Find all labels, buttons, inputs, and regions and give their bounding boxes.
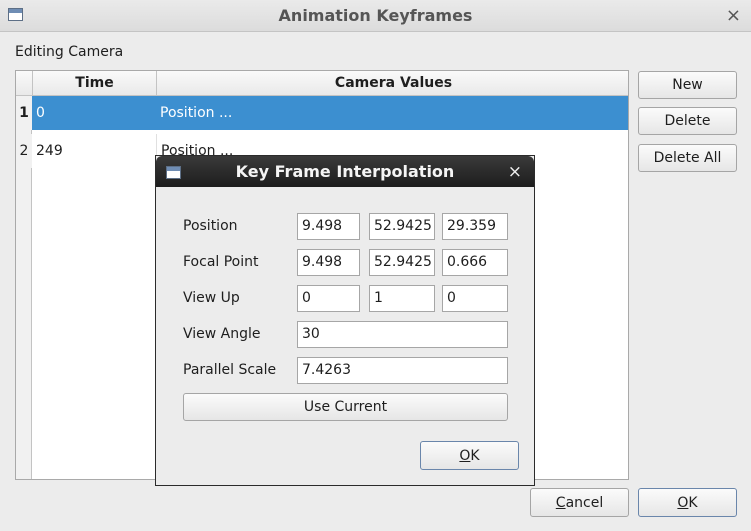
window-titlebar[interactable]: Animation Keyframes ×: [0, 0, 751, 32]
delete-all-button[interactable]: Delete All: [638, 144, 737, 172]
dialog-title: Key Frame Interpolation: [235, 162, 455, 181]
ok-button[interactable]: OK: [638, 488, 737, 517]
editing-camera-label: Editing Camera: [15, 44, 124, 60]
column-header-camera-values[interactable]: Camera Values: [156, 71, 628, 96]
position-y-field[interactable]: 52.9425: [369, 213, 435, 240]
position-z-field[interactable]: 29.359: [442, 213, 508, 240]
ok-mnemonic: O: [677, 494, 689, 511]
cancel-mnemonic: C: [555, 494, 566, 511]
focal-point-y-field[interactable]: 52.9425: [369, 249, 435, 276]
key-frame-interpolation-dialog[interactable]: Key Frame Interpolation × Position 9.498…: [155, 155, 535, 486]
ok-label-rest: K: [688, 494, 698, 511]
window-title: Animation Keyframes: [278, 6, 473, 25]
position-x-field[interactable]: 9.498: [297, 213, 360, 240]
focal-point-z-field[interactable]: 0.666: [442, 249, 508, 276]
focal-point-label: Focal Point: [183, 254, 259, 270]
delete-button[interactable]: Delete: [638, 107, 737, 135]
cancel-label-rest: ancel: [565, 494, 604, 511]
view-up-y-field[interactable]: 1: [369, 285, 435, 312]
use-current-button[interactable]: Use Current: [183, 393, 508, 421]
time-cell[interactable]: 0: [32, 96, 156, 130]
camera-values-cell[interactable]: Position ...: [156, 96, 628, 130]
parallel-scale-label: Parallel Scale: [183, 362, 277, 378]
position-label: Position: [183, 218, 238, 234]
view-up-x-field[interactable]: 0: [297, 285, 360, 312]
view-angle-field[interactable]: 30: [297, 321, 508, 348]
view-angle-label: View Angle: [183, 326, 261, 342]
table-row[interactable]: 1 0 Position ...: [16, 96, 628, 130]
dialog-titlebar[interactable]: Key Frame Interpolation ×: [156, 156, 534, 187]
view-up-z-field[interactable]: 0: [442, 285, 508, 312]
new-button[interactable]: New: [638, 71, 737, 99]
dialog-ok-button[interactable]: OK: [420, 441, 519, 470]
row-number[interactable]: 1: [16, 96, 32, 130]
view-up-label: View Up: [183, 290, 240, 306]
dialog-ok-label-rest: K: [470, 447, 480, 464]
dialog-close-icon[interactable]: ×: [508, 162, 522, 182]
parallel-scale-field[interactable]: 7.4263: [297, 357, 508, 384]
dialog-ok-mnemonic: O: [459, 447, 471, 464]
cancel-button[interactable]: Cancel: [530, 488, 629, 517]
column-header-time[interactable]: Time: [32, 71, 156, 96]
row-number[interactable]: 2: [16, 134, 32, 168]
time-cell[interactable]: 249: [32, 134, 156, 168]
focal-point-x-field[interactable]: 9.498: [297, 249, 360, 276]
table-header: Time Camera Values: [16, 71, 628, 96]
window-close-icon[interactable]: ×: [726, 5, 741, 26]
